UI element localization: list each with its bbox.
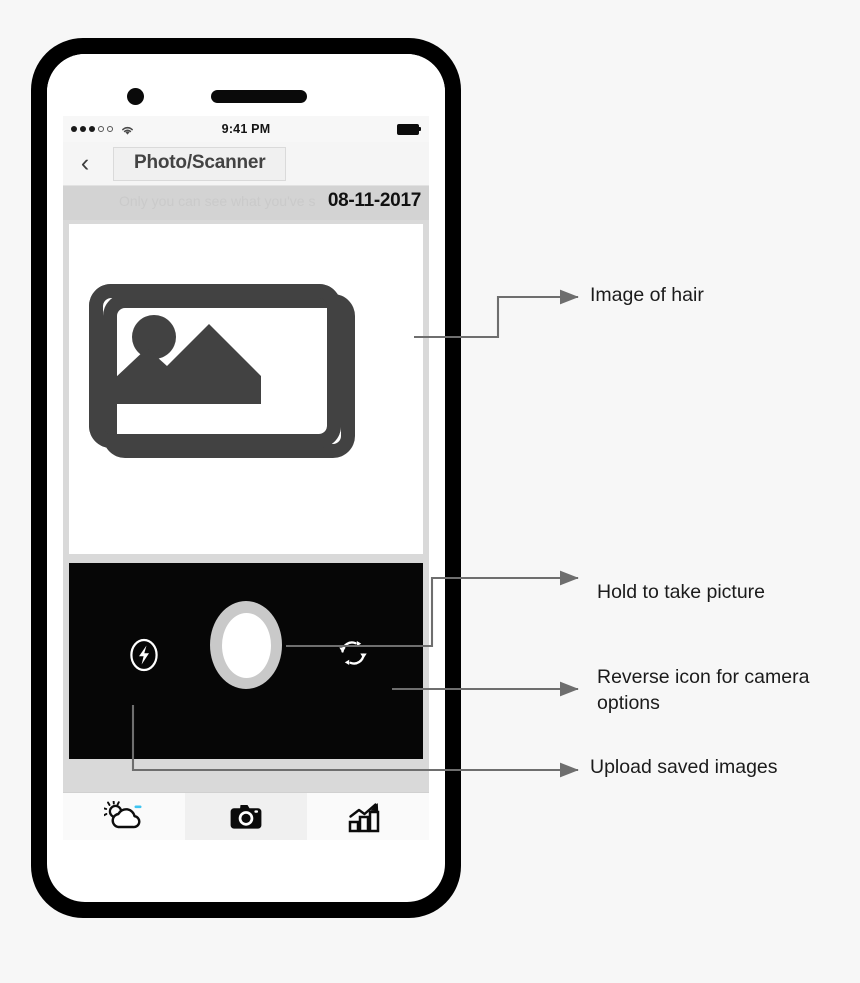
reverse-camera-icon[interactable] <box>335 635 371 671</box>
sun-cloud-icon <box>104 800 142 828</box>
nav-bar: ‹ Photo/Scanner <box>63 142 429 186</box>
camera-viewfinder[interactable] <box>69 563 423 759</box>
privacy-note: Only you can see what you've s <box>119 193 316 209</box>
date-strip: Only you can see what you've s 08-11-201… <box>63 186 429 220</box>
status-bar: 9:41 PM <box>63 116 429 142</box>
bar-chart-arrow-icon <box>348 802 380 832</box>
flash-bolt-icon[interactable] <box>129 638 159 672</box>
phone-body: 9:41 PM ‹ Photo/Scanner Only you can see… <box>47 54 445 902</box>
top-bezel <box>47 54 445 116</box>
back-button[interactable]: ‹ <box>63 142 107 185</box>
tab-weather[interactable] <box>63 793 185 840</box>
battery-icon <box>397 123 421 135</box>
front-camera-icon <box>127 88 144 105</box>
shutter-button-core <box>221 612 271 678</box>
tab-camera[interactable] <box>185 793 307 840</box>
mockup-stage: 9:41 PM ‹ Photo/Scanner Only you can see… <box>0 0 860 983</box>
status-bar-right <box>397 123 421 135</box>
phone-screen: 9:41 PM ‹ Photo/Scanner Only you can see… <box>63 116 429 840</box>
stacked-photos-icon <box>87 270 365 501</box>
chevron-left-icon: ‹ <box>80 149 90 177</box>
page-title: Photo/Scanner <box>134 151 266 173</box>
photo-preview-area[interactable] <box>69 224 423 554</box>
camera-icon <box>230 804 262 829</box>
shutter-button[interactable] <box>210 601 282 689</box>
annotation-label-upload-saved-images: Upload saved images <box>590 756 778 778</box>
page-title-box: Photo/Scanner <box>113 146 287 181</box>
status-time: 9:41 PM <box>221 122 271 136</box>
annotation-label-image-of-hair: Image of hair <box>590 284 704 306</box>
earpiece-speaker-icon <box>211 90 307 103</box>
annotation-label-reverse-icon: Reverse icon for camera options <box>597 666 810 714</box>
phone-frame: 9:41 PM ‹ Photo/Scanner Only you can see… <box>31 38 461 918</box>
tab-stats[interactable] <box>307 793 429 840</box>
tab-bar <box>63 792 429 840</box>
annotation-label-hold-to-take-picture: Hold to take picture <box>597 581 766 603</box>
date-label: 08-11-2017 <box>327 190 421 211</box>
